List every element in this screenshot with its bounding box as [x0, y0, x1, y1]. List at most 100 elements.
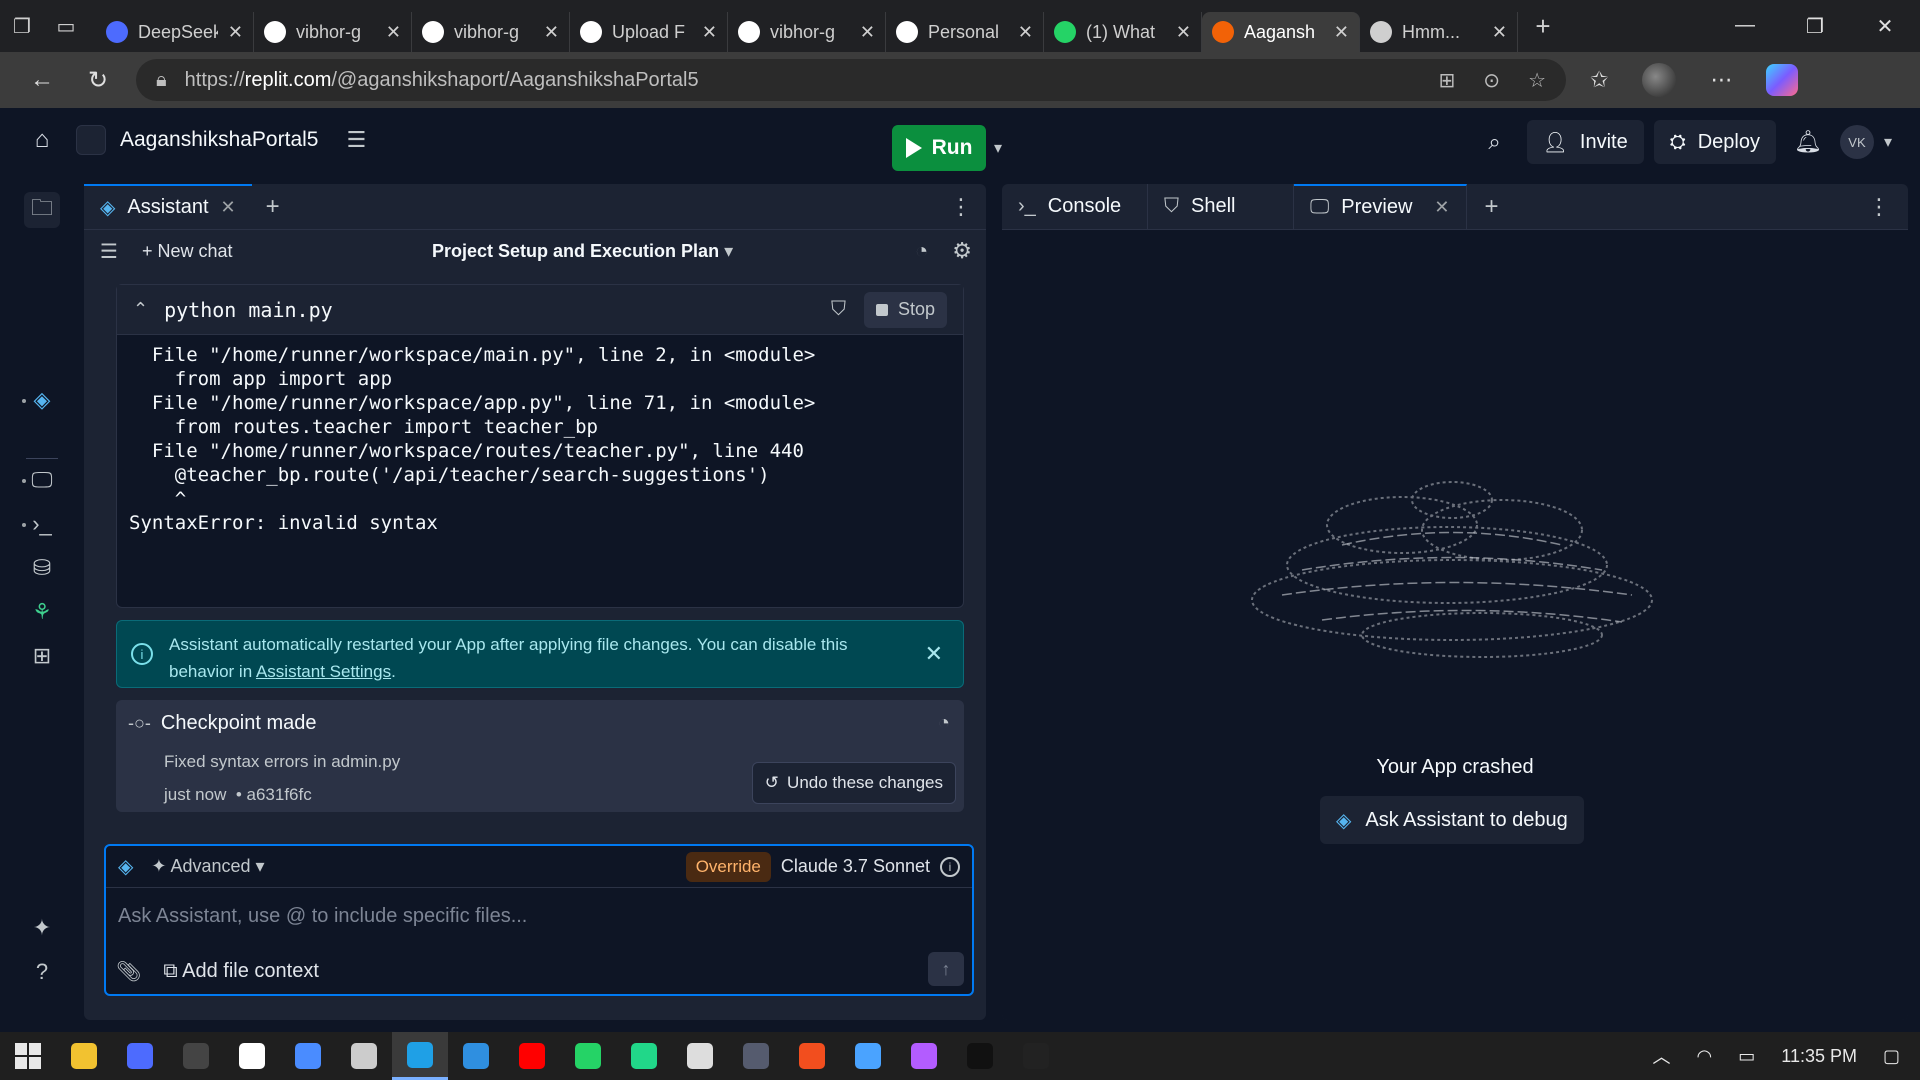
all-tools-grid-icon[interactable]: ⊞: [24, 638, 60, 674]
cmd-icon[interactable]: [1008, 1032, 1064, 1080]
deploy-button[interactable]: ⛭ Deploy: [1653, 120, 1776, 164]
file-explorer-icon[interactable]: [56, 1032, 112, 1080]
add-tab-button[interactable]: +: [252, 184, 294, 229]
undo-changes-button[interactable]: ↺ Undo these changes: [751, 762, 956, 804]
tab-console[interactable]: ›_ Console: [1002, 184, 1148, 229]
browser-tab[interactable]: vibhor-g ✕: [412, 12, 570, 52]
close-tab-icon[interactable]: ✕: [544, 22, 559, 43]
shell-shield-icon[interactable]: ⛉: [831, 298, 846, 321]
tab-actions-icon[interactable]: ▭: [44, 8, 88, 44]
close-tab-icon[interactable]: ✕: [702, 22, 717, 43]
favorites-icon[interactable]: ✩: [1590, 67, 1608, 93]
close-tab-icon[interactable]: ✕: [1434, 197, 1449, 218]
close-tab-icon[interactable]: ✕: [1334, 22, 1349, 43]
add-tab-button[interactable]: +: [1467, 184, 1517, 229]
chat-history-list-icon[interactable]: ☰: [100, 239, 118, 264]
notification-center-icon[interactable]: ▢: [1883, 1046, 1900, 1067]
back-button[interactable]: ←: [14, 66, 70, 94]
usage-gauge-icon[interactable]: ◔: [915, 238, 928, 264]
perplexity-icon[interactable]: [336, 1032, 392, 1080]
pycharm-icon[interactable]: [616, 1032, 672, 1080]
close-tab-icon[interactable]: ✕: [1492, 22, 1507, 43]
assistant-input[interactable]: [118, 898, 958, 934]
battery-icon[interactable]: ▭: [1738, 1046, 1755, 1067]
close-tab-icon[interactable]: ✕: [1176, 22, 1191, 43]
stop-button[interactable]: Stop: [863, 291, 947, 328]
copilot-taskbar-icon[interactable]: [896, 1032, 952, 1080]
database-icon[interactable]: ⛁: [24, 550, 60, 586]
project-name[interactable]: AaganshikshaPortal5: [120, 128, 318, 152]
minimize-button[interactable]: —: [1710, 14, 1780, 39]
close-tab-icon[interactable]: ✕: [860, 22, 875, 43]
advanced-mode-dropdown[interactable]: ✦ Advanced ▾: [151, 856, 264, 877]
tab-assistant[interactable]: ◈ Assistant ✕: [84, 184, 252, 229]
user-menu-chevron-icon[interactable]: ▾: [1884, 132, 1892, 152]
assistant-icon[interactable]: ◈: [24, 382, 60, 418]
invite-button[interactable]: 👤︎ Invite: [1526, 120, 1644, 164]
send-arrow-up-icon[interactable]: ↑: [928, 952, 964, 986]
chat-title-dropdown[interactable]: Project Setup and Execution Plan ▾: [432, 241, 733, 262]
override-badge[interactable]: Override: [685, 851, 771, 882]
app-available-icon[interactable]: ⊞: [1439, 68, 1456, 93]
refresh-button[interactable]: ↻: [70, 66, 126, 95]
tab-shell[interactable]: ⛉ Shell: [1148, 184, 1294, 229]
assistant-settings-link[interactable]: Assistant Settings: [256, 662, 391, 681]
add-file-context-button[interactable]: ⧉ Add file context: [163, 960, 318, 983]
browser-tab[interactable]: DeepSeek ✕: [96, 12, 254, 52]
run-options-chevron-icon[interactable]: ▾: [994, 138, 1002, 158]
profile-avatar[interactable]: [1642, 63, 1677, 97]
sparkle-icon[interactable]: ✦: [24, 910, 60, 946]
more-menu-icon[interactable]: ⋯: [1710, 67, 1732, 93]
notifications-bell-icon[interactable]: 🔔︎: [1786, 120, 1830, 164]
pane-more-icon[interactable]: ⋮: [936, 184, 986, 229]
tab-preview[interactable]: 🖵 Preview ✕: [1294, 184, 1467, 229]
favorite-star-icon[interactable]: ☆: [1528, 68, 1546, 93]
tray-chevron-up-icon[interactable]: ︿: [1653, 1043, 1671, 1069]
edge-icon[interactable]: [392, 1032, 448, 1080]
preview-monitor-icon[interactable]: 🖵: [24, 462, 60, 498]
ask-assistant-debug-button[interactable]: ◈ Ask Assistant to debug: [1320, 796, 1584, 844]
whatsapp-taskbar-icon[interactable]: [560, 1032, 616, 1080]
close-tab-icon[interactable]: ✕: [386, 22, 401, 43]
browser-tab[interactable]: Hmm... ✕: [1360, 12, 1518, 52]
collapse-chevron-icon[interactable]: ⌃: [133, 299, 148, 320]
home-icon[interactable]: ⌂: [8, 126, 76, 154]
close-window-button[interactable]: ✕: [1850, 14, 1920, 39]
model-info-icon[interactable]: i: [940, 856, 960, 877]
wifi-icon[interactable]: ◠: [1697, 1046, 1713, 1067]
reading-mode-icon[interactable]: ⊙: [1483, 68, 1500, 93]
chatgpt-taskbar-icon[interactable]: [224, 1032, 280, 1080]
copilot-icon[interactable]: [1766, 64, 1799, 96]
browser-tab[interactable]: vibhor-g ✕: [728, 12, 886, 52]
checkpoint-gauge-icon[interactable]: ◔: [938, 712, 950, 735]
close-tab-icon[interactable]: ✕: [228, 22, 243, 43]
close-tab-icon[interactable]: ✕: [221, 197, 236, 218]
settings-gear-icon[interactable]: ⚙: [952, 238, 972, 264]
gemini-icon[interactable]: [280, 1032, 336, 1080]
help-icon[interactable]: ?: [24, 954, 60, 990]
url-field[interactable]: 🔒︎ https://replit.com/@aganshikshaport/A…: [136, 59, 1566, 101]
desktop-app-icon[interactable]: [840, 1032, 896, 1080]
browser-tab[interactable]: Aagansh ✕: [1202, 12, 1360, 52]
search-icon[interactable]: ⌕: [1473, 120, 1517, 164]
start-windows-icon[interactable]: [0, 1032, 56, 1080]
project-icon[interactable]: [76, 125, 106, 155]
files-icon[interactable]: 🗀: [24, 192, 60, 228]
attach-paperclip-icon[interactable]: 📎︎: [116, 959, 141, 984]
checkpoint-hash[interactable]: a631f6fc: [247, 785, 312, 804]
browser-tab[interactable]: Upload F ✕: [570, 12, 728, 52]
project-menu-icon[interactable]: ☰: [346, 127, 366, 153]
vscode-icon[interactable]: [448, 1032, 504, 1080]
clock-time[interactable]: 11:35 PM: [1781, 1046, 1857, 1067]
dark-app-icon[interactable]: [952, 1032, 1008, 1080]
browser-tab[interactable]: vibhor-g ✕: [254, 12, 412, 52]
restore-button[interactable]: ❐: [1780, 14, 1850, 39]
console-icon[interactable]: ›_: [24, 506, 60, 542]
workspaces-icon[interactable]: ❐: [0, 8, 44, 44]
model-name[interactable]: Claude 3.7 Sonnet: [781, 856, 930, 877]
terminal-app-icon[interactable]: [728, 1032, 784, 1080]
figma-icon[interactable]: [784, 1032, 840, 1080]
browser-tab[interactable]: Personal ✕: [886, 12, 1044, 52]
run-button[interactable]: Run: [892, 125, 986, 171]
close-tab-icon[interactable]: ✕: [1018, 22, 1033, 43]
